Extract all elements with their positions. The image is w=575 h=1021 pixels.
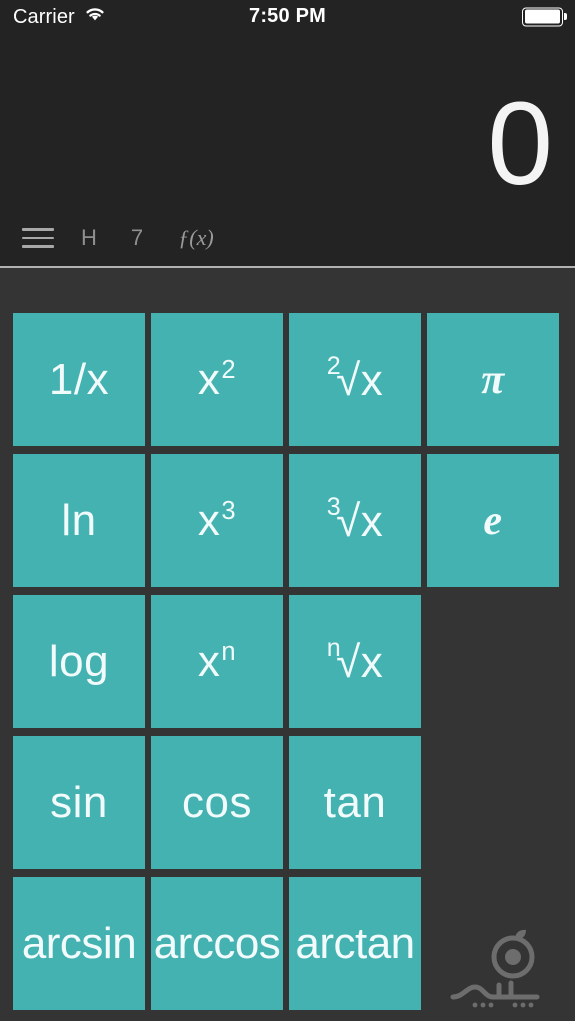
key-cube[interactable]: x3: [151, 454, 283, 587]
key-arcsin[interactable]: arcsin: [13, 877, 145, 1010]
key-label: arcsin: [21, 918, 137, 968]
key-label: log: [48, 636, 110, 686]
display-value: 0: [487, 78, 553, 210]
battery-full-icon: [522, 7, 563, 26]
key-log[interactable]: log: [13, 595, 145, 728]
calculator-toolbar: H 7 ƒ(x): [0, 209, 575, 267]
key-label: xn: [197, 636, 237, 686]
battery-level-fill: [524, 9, 561, 24]
key-tan[interactable]: tan: [289, 736, 421, 869]
key-nth-root[interactable]: n √x: [289, 595, 421, 728]
key-label: x3: [197, 495, 237, 545]
key-cos[interactable]: cos: [151, 736, 283, 869]
calculator-display[interactable]: 0: [0, 33, 575, 209]
key-label: arccos: [153, 918, 281, 968]
key-euler[interactable]: e: [427, 454, 559, 587]
key-square-root[interactable]: 2 √x: [289, 313, 421, 446]
key-pi[interactable]: π: [427, 313, 559, 446]
key-empty-r5c4: [427, 877, 559, 1010]
hamburger-menu-icon-line-2: [22, 236, 54, 240]
key-power-n[interactable]: xn: [151, 595, 283, 728]
key-label: x2: [197, 354, 237, 404]
key-square[interactable]: x2: [151, 313, 283, 446]
key-label: e: [483, 497, 503, 544]
keypad-grid: 1/x x2 2 √x π ln x3 3 √x e log xn n √x s…: [13, 313, 562, 1010]
key-empty-r4c4: [427, 736, 559, 869]
key-arccos[interactable]: arccos: [151, 877, 283, 1010]
key-label: 3 √x: [326, 492, 384, 546]
key-label: ln: [61, 495, 97, 545]
menu-button[interactable]: [11, 209, 65, 267]
history-button[interactable]: H: [65, 209, 113, 267]
key-label: 1/x: [48, 354, 110, 404]
calculator-keypad: 1/x x2 2 √x π ln x3 3 √x e log xn n √x s…: [0, 268, 575, 1021]
function-button[interactable]: ƒ(x): [161, 209, 231, 267]
status-bar-right: [522, 7, 563, 26]
base-button[interactable]: 7: [113, 209, 161, 267]
key-label: sin: [50, 777, 108, 827]
key-sin[interactable]: sin: [13, 736, 145, 869]
hamburger-menu-icon-line-3: [22, 245, 54, 248]
status-bar-clock: 7:50 PM: [249, 5, 326, 27]
key-label: tan: [323, 777, 387, 827]
key-label: n √x: [326, 633, 384, 687]
key-label: π: [481, 356, 505, 403]
key-empty-r3c4: [427, 595, 559, 728]
calculator-app-window: Carrier 7:50 PM 0 H 7 ƒ(x) 1/x x2 2 √x π…: [0, 0, 575, 1021]
status-bar: Carrier 7:50 PM: [0, 0, 575, 33]
key-reciprocal[interactable]: 1/x: [13, 313, 145, 446]
key-label: 2 √x: [326, 351, 384, 405]
hamburger-menu-icon-line-1: [22, 228, 54, 231]
key-cube-root[interactable]: 3 √x: [289, 454, 421, 587]
key-label: arctan: [295, 918, 415, 968]
key-natural-log[interactable]: ln: [13, 454, 145, 587]
key-arctan[interactable]: arctan: [289, 877, 421, 1010]
key-label: cos: [182, 777, 252, 827]
